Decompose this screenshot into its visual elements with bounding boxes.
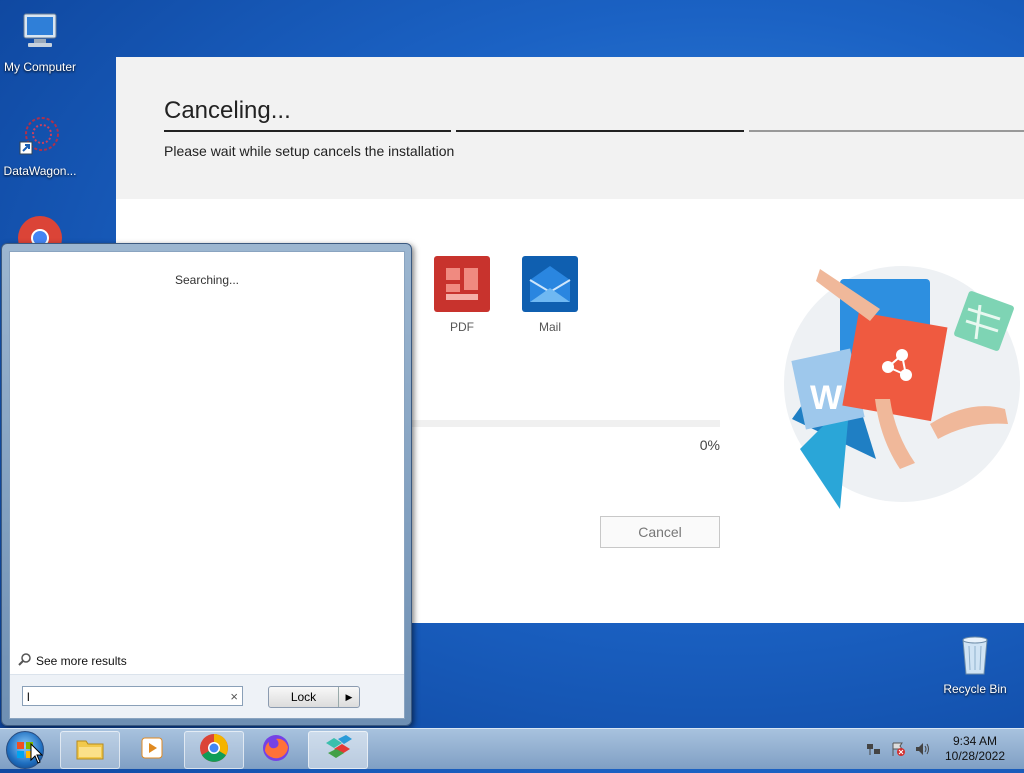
file-explorer-icon [75,735,105,766]
start-menu-bottom-bar: l × Lock ▶ [10,675,404,718]
app-cubes-icon [322,733,354,768]
desktop-icon-my-computer[interactable]: My Computer [0,8,80,74]
svg-text:W: W [810,379,843,417]
installation-progress-bar [408,420,720,427]
lock-button-label: Lock [269,687,339,707]
computer-icon [16,8,64,56]
app-label: PDF [450,320,474,334]
action-center-flag-icon[interactable] [890,741,906,760]
search-status: Searching... [174,273,240,287]
start-search-input[interactable]: l × [22,686,243,706]
system-tray [866,741,930,760]
recycle-bin-icon [951,630,999,678]
cancel-button[interactable]: Cancel [600,516,720,548]
desktop-icon-datawagon[interactable]: DataWagon... [0,112,80,178]
desktop-icon-label: My Computer [3,60,77,74]
app-tile-pdf: PDF [432,256,492,334]
taskbar-chrome[interactable] [184,731,244,769]
firefox-icon [261,733,291,768]
start-menu-results-pane: Searching... See more results l × Lock ▶ [9,251,405,719]
taskbar: 9:34 AM 10/28/2022 [0,728,1024,769]
start-menu: Searching... See more results l × Lock ▶ [1,243,412,726]
see-more-label: See more results [36,653,127,668]
installer-title: Canceling... [164,97,291,124]
desktop-icon-label: Recycle Bin [943,682,1007,696]
progress-percent: 0% [699,437,720,453]
clock-date: 10/28/2022 [944,749,1006,763]
desktop-icon-label: DataWagon... [3,164,77,178]
datawagon-icon [16,112,64,160]
search-input-value: l [27,690,30,704]
media-player-icon [138,734,166,767]
desktop-icon-recycle-bin[interactable]: Recycle Bin [935,630,1015,696]
mouse-cursor-icon [30,742,44,770]
taskbar-active-app[interactable] [308,731,368,769]
taskbar-media-player[interactable] [122,731,182,769]
mail-icon [522,256,578,312]
network-icon[interactable] [866,741,882,760]
search-icon [18,652,32,669]
title-underline [164,130,451,132]
app-label: Mail [538,320,561,334]
taskbar-file-explorer[interactable] [60,731,120,769]
see-more-results-link[interactable]: See more results [18,652,127,669]
installer-subtitle: Please wait while setup cancels the inst… [164,143,455,159]
app-tile-mail: Mail [520,256,580,334]
installer-header: Canceling... Please wait while setup can… [116,57,1024,199]
office-illustration: W [780,249,1024,519]
clock-time: 9:34 AM [952,734,998,748]
lock-button[interactable]: Lock ▶ [268,686,360,708]
title-underline [749,130,1024,132]
chrome-icon [199,733,229,768]
system-clock[interactable]: 9:34 AM 10/28/2022 [940,734,1010,764]
taskbar-firefox[interactable] [246,731,306,769]
title-underline [456,130,744,132]
pdf-icon [434,256,490,312]
clear-search-icon[interactable]: × [230,687,238,707]
volume-icon[interactable] [914,741,930,760]
shutdown-options-arrow-icon[interactable]: ▶ [339,687,359,707]
